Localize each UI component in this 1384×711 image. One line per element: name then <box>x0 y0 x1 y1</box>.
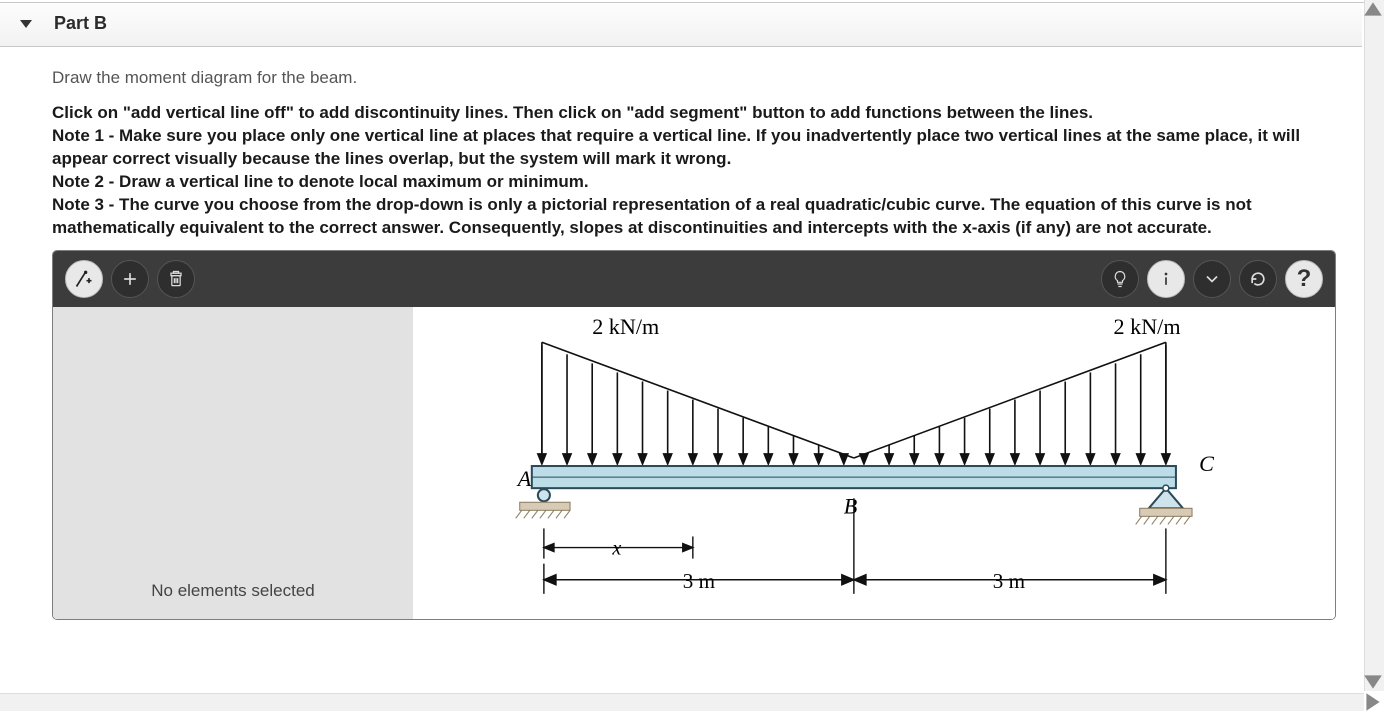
add-segment-button[interactable] <box>111 260 149 298</box>
prompt-note-3: Note 3 - The curve you choose from the d… <box>52 194 1356 240</box>
help-button[interactable]: ? <box>1285 260 1323 298</box>
hint-button[interactable] <box>1101 260 1139 298</box>
scroll-up-button[interactable] <box>1362 0 1384 18</box>
info-button[interactable] <box>1147 260 1185 298</box>
drawing-toolbar: ? <box>53 251 1335 307</box>
beam-diagram[interactable]: 2 kN/m 2 kN/m A B C x <box>413 307 1335 619</box>
horizontal-scrollbar-track[interactable] <box>0 693 1364 711</box>
span-left-label: 3 m <box>683 568 716 592</box>
add-vertical-line-button[interactable] <box>65 260 103 298</box>
span-right-label: 3 m <box>993 568 1026 592</box>
point-b-label: B <box>844 493 858 518</box>
selection-sidebar: No elements selected <box>53 307 413 619</box>
point-a-label: A <box>516 466 532 491</box>
reset-button[interactable] <box>1239 260 1277 298</box>
prompt-note-1: Note 1 - Make sure you place only one ve… <box>52 125 1356 171</box>
prompt-note-2: Note 2 - Draw a vertical line to denote … <box>52 171 1356 194</box>
drawing-tool-panel: ? No elements selected <box>52 250 1336 620</box>
prompt-intro: Draw the moment diagram for the beam. <box>52 67 1356 90</box>
part-title: Part B <box>54 13 107 34</box>
scroll-right-button[interactable] <box>1362 693 1384 711</box>
dropdown-button[interactable] <box>1193 260 1231 298</box>
axis-variable-label: x <box>611 537 621 559</box>
vertical-scrollbar-track[interactable] <box>1364 0 1384 691</box>
point-c-label: C <box>1199 451 1214 476</box>
delete-button[interactable] <box>157 260 195 298</box>
selection-status: No elements selected <box>151 581 314 601</box>
collapse-caret-icon[interactable] <box>20 20 32 28</box>
scroll-down-button[interactable] <box>1362 673 1384 691</box>
prompt-instruction: Click on "add vertical line off" to add … <box>52 102 1356 125</box>
load-right-label: 2 kN/m <box>1114 314 1181 339</box>
part-header[interactable]: Part B <box>0 3 1362 47</box>
load-left-label: 2 kN/m <box>592 314 659 339</box>
help-icon: ? <box>1297 265 1312 293</box>
